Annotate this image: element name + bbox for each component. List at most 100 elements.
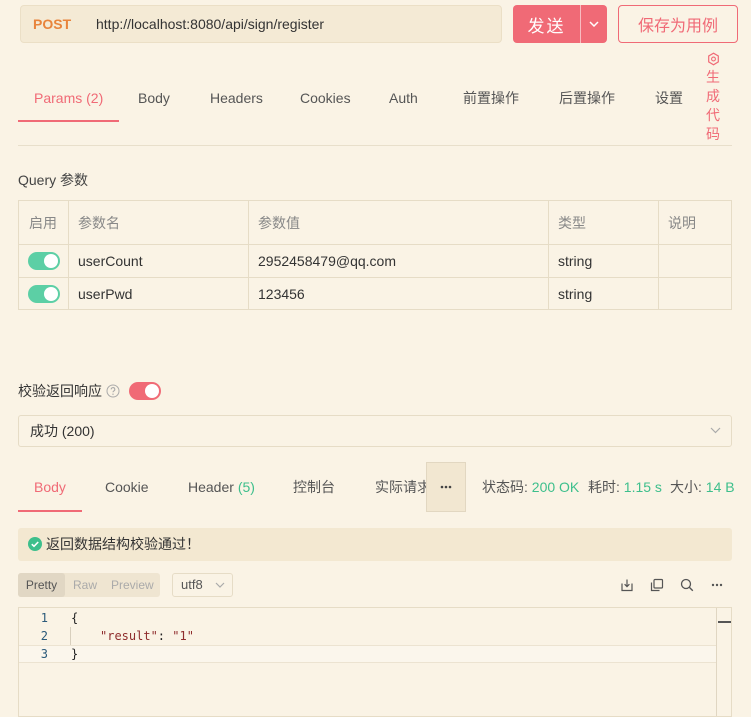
send-options-button[interactable]	[580, 5, 607, 43]
url-bar[interactable]: POST	[20, 5, 502, 43]
tab-label: Params	[34, 90, 83, 106]
response-tab-header[interactable]: Header (5)	[172, 465, 271, 512]
code-generate-icon	[705, 52, 722, 66]
url-input[interactable]	[96, 6, 496, 42]
more-tabs-button[interactable]	[426, 462, 466, 512]
more-horizontal-icon[interactable]	[707, 575, 727, 595]
column-header-name: 参数名	[68, 201, 248, 244]
line-number: 2	[40, 629, 48, 643]
tab-settings[interactable]: 设置	[639, 76, 699, 122]
tab-label: Cookie	[105, 479, 149, 495]
code-text: }	[71, 647, 79, 661]
json-colon: :	[157, 629, 166, 643]
tab-label: 控制台	[293, 479, 335, 495]
tab-count: (5)	[237, 479, 255, 495]
code-line: 2 "result": "1"	[19, 627, 716, 645]
tab-label: Body	[138, 90, 170, 106]
tab-label: Body	[34, 479, 66, 495]
tab-label: 实际请求	[375, 479, 431, 495]
check-circle-icon	[28, 537, 42, 551]
tab-body[interactable]: Body	[122, 76, 186, 122]
response-tab-console[interactable]: 控制台	[277, 465, 351, 512]
param-name-cell[interactable]: userPwd	[68, 278, 248, 309]
selected-response-value: 成功 (200)	[30, 423, 95, 439]
line-number: 1	[40, 611, 48, 625]
search-icon[interactable]	[677, 575, 697, 595]
status-code-value: 200 OK	[531, 479, 580, 495]
send-button-group: 发送	[513, 5, 607, 43]
json-key: "result"	[100, 629, 158, 643]
response-tab-body[interactable]: Body	[18, 465, 82, 512]
response-size: 大小: 14 B	[670, 465, 735, 510]
editor-scrollbar[interactable]	[716, 608, 731, 716]
tab-label: Headers	[210, 90, 263, 106]
generate-code-label: 生成代码	[706, 69, 720, 142]
param-enabled-toggle[interactable]	[28, 284, 60, 303]
param-name-cell[interactable]: userCount	[68, 245, 248, 277]
code-line-current: 3 }	[19, 645, 716, 663]
response-tab-cookie[interactable]: Cookie	[89, 465, 165, 512]
validation-message: 返回数据结构校验通过！	[46, 536, 200, 552]
view-mode-raw[interactable]: Raw	[73, 573, 97, 597]
param-value-cell[interactable]: 2952458479@qq.com	[248, 245, 548, 277]
tab-label: 后置操作	[559, 90, 615, 106]
view-mode-switch: Pretty Raw Preview	[18, 573, 160, 597]
tab-pre-operations[interactable]: 前置操作	[447, 76, 535, 122]
line-number: 3	[40, 647, 48, 661]
tab-cookies[interactable]: Cookies	[284, 76, 367, 122]
param-type-cell[interactable]: string	[548, 245, 658, 277]
tab-count: (2)	[86, 90, 104, 106]
validate-response-toggle[interactable]	[129, 382, 161, 400]
tab-label: Auth	[389, 90, 418, 106]
help-icon[interactable]	[106, 384, 120, 398]
encoding-select[interactable]: utf8	[172, 573, 233, 597]
query-params-title: Query 参数	[18, 172, 89, 188]
tab-params[interactable]: Params (2)	[18, 76, 120, 122]
column-header-type: 类型	[548, 201, 658, 244]
param-enabled-toggle[interactable]	[28, 252, 60, 270]
param-type-cell[interactable]: string	[548, 278, 658, 309]
validation-success-banner: 返回数据结构校验通过！	[18, 528, 732, 561]
view-mode-pretty[interactable]: Pretty	[18, 573, 65, 597]
method-selector[interactable]: POST	[33, 6, 71, 42]
param-description-cell[interactable]	[658, 278, 731, 309]
section-divider	[18, 145, 732, 146]
enabled-cell	[19, 278, 68, 309]
encoding-value: utf8	[181, 577, 203, 592]
column-header-value: 参数值	[248, 201, 548, 244]
response-time: 耗时: 1.15 s	[588, 465, 662, 510]
tab-post-operations[interactable]: 后置操作	[543, 76, 631, 122]
save-as-case-button[interactable]: 保存为用例	[618, 5, 738, 43]
param-description-cell[interactable]	[658, 245, 731, 277]
view-mode-preview[interactable]: Preview	[111, 573, 154, 597]
query-params-table: 启用 参数名 参数值 类型 说明 userCount 2952458479@qq…	[18, 200, 732, 310]
tab-auth[interactable]: Auth	[373, 76, 434, 122]
response-size-value: 14 B	[705, 479, 735, 495]
validate-response-label: 校验返回响应	[18, 383, 102, 399]
json-string-value: "1"	[172, 629, 194, 643]
tab-label: 前置操作	[463, 90, 519, 106]
response-time-value: 1.15 s	[623, 479, 662, 495]
response-size-label: 大小:	[670, 479, 702, 495]
column-header-description: 说明	[658, 201, 731, 244]
chevron-down-icon	[710, 427, 721, 434]
column-header-enabled: 启用	[29, 214, 57, 231]
table-row: userPwd 123456 string	[19, 277, 731, 309]
tab-headers[interactable]: Headers	[194, 76, 279, 122]
generate-code-button[interactable]: 生成代码	[705, 52, 722, 144]
param-value-cell[interactable]: 123456	[248, 278, 548, 309]
code-text: "result": "1"	[71, 627, 194, 645]
more-horizontal-icon	[440, 485, 452, 489]
response-spec-select[interactable]: 成功 (200)	[18, 415, 732, 447]
download-icon[interactable]	[617, 575, 637, 595]
tab-label: 设置	[655, 90, 683, 106]
response-body-editor[interactable]: 1 { 2 "result": "1" 3 }	[18, 607, 732, 717]
copy-icon[interactable]	[647, 575, 667, 595]
status-code-label: 状态码:	[482, 479, 528, 495]
send-button[interactable]: 发送	[513, 5, 580, 43]
chevron-down-icon	[215, 582, 225, 588]
status-code: 状态码: 200 OK	[482, 465, 579, 510]
tab-label: Cookies	[300, 90, 351, 106]
code-text: {	[71, 611, 79, 625]
chevron-down-icon	[589, 21, 599, 27]
